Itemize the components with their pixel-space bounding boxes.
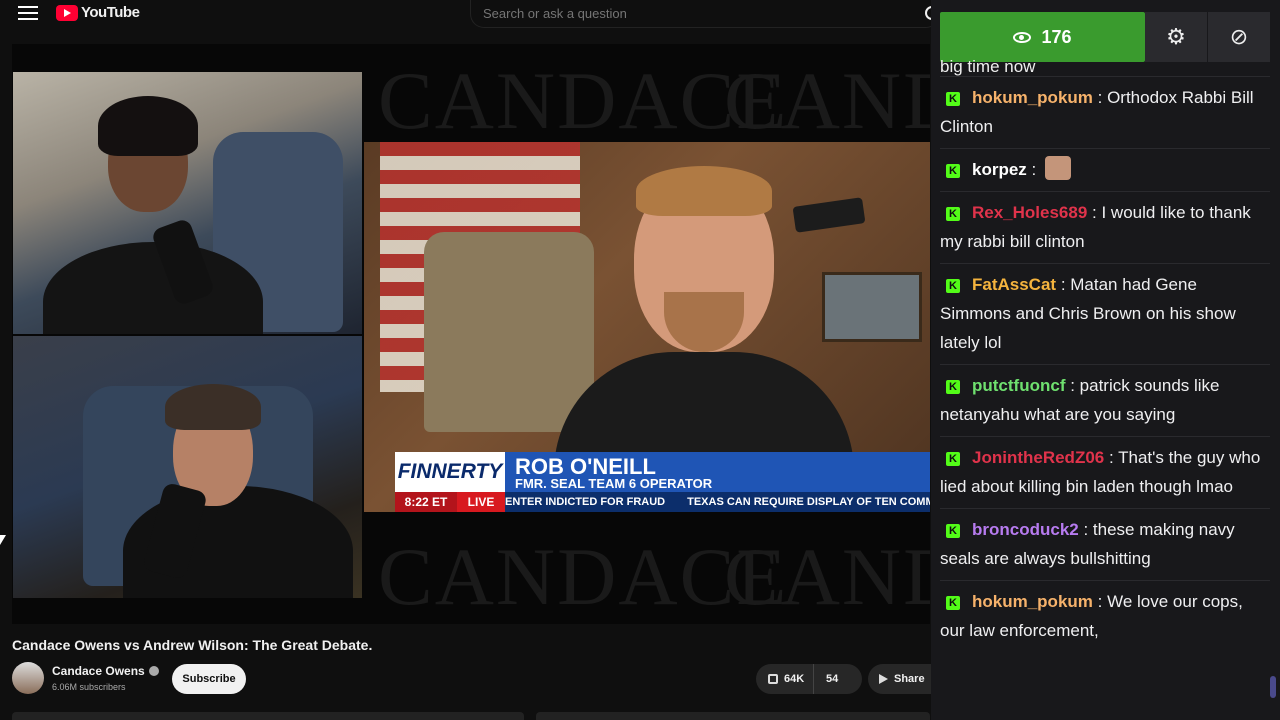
search-box[interactable]: [470, 0, 940, 28]
chat-username[interactable]: FatAssCat: [972, 275, 1056, 294]
verified-badge-icon: [148, 666, 159, 676]
chat-message: Kputctfuoncf : patrick sounds like netan…: [940, 364, 1270, 436]
kick-badge-icon: K: [946, 596, 960, 610]
news-ticker: ENTER INDICTED FOR FRAUD TEXAS CAN REQUI…: [505, 492, 930, 512]
popout-chat-button[interactable]: ⊘: [1208, 12, 1270, 62]
chat-username[interactable]: hokum_pokum: [972, 88, 1093, 107]
chat-username[interactable]: korpez: [972, 160, 1027, 179]
dislike-button[interactable]: 54: [814, 673, 838, 685]
kick-badge-icon: K: [946, 524, 960, 538]
search-input[interactable]: [483, 6, 903, 21]
live-badge: LIVE: [457, 492, 505, 512]
mouse-cursor-icon: [0, 535, 6, 545]
chat-username[interactable]: broncoduck2: [972, 520, 1079, 539]
top-bar: YouTube: [0, 0, 940, 28]
chat-message: K FatAssCat : Matan had Gene Simmons and …: [940, 263, 1270, 364]
kick-badge-icon: K: [946, 92, 960, 106]
kick-badge-icon: K: [946, 279, 960, 293]
chat-messages: big time now Khokum_pokum : Orthodox Rab…: [940, 57, 1270, 652]
like-dislike-group: 64K 54: [756, 664, 862, 694]
ticker-item: ENTER INDICTED FOR FRAUD: [505, 496, 666, 508]
hamburger-menu-icon[interactable]: [18, 6, 38, 22]
kick-badge-icon: K: [946, 452, 960, 466]
viewer-count-badge: 176: [940, 12, 1145, 62]
news-lower-third: FINNERTY ROB O'NEILL FMR. SEAL TEAM 6 OP…: [395, 452, 930, 512]
subscribe-button[interactable]: Subscribe: [172, 664, 246, 694]
partial-chat-message: big time now: [940, 57, 1036, 76]
kick-badge-icon: K: [946, 380, 960, 394]
video-title: Candace Owens vs Andrew Wilson: The Grea…: [12, 637, 373, 653]
chat-message: K JonintheRedZ06 : That's the guy who lie…: [940, 436, 1270, 508]
video-player[interactable]: CANDACE CANDACE CANDACE CANDACE: [12, 44, 930, 624]
live-chat-panel: 176 ⚙ ⊘ big time now Khokum_pokum : Orth…: [931, 0, 1280, 720]
chat-scrollbar[interactable]: [1270, 676, 1276, 698]
broadcast-time: 8:22 ET: [395, 492, 457, 512]
share-button[interactable]: Share: [868, 664, 938, 694]
share-icon: [879, 674, 888, 684]
chat-message: Kkorpez :: [940, 148, 1270, 191]
network-logo: FINNERTY: [395, 452, 505, 492]
like-button[interactable]: 64K: [756, 664, 814, 694]
kick-badge-icon: K: [946, 207, 960, 221]
chat-username[interactable]: Rex_Holes689: [972, 203, 1087, 222]
compass-icon: ⊘: [1229, 24, 1249, 49]
tab-strip[interactable]: [536, 712, 930, 720]
host-camera-feed: [13, 72, 362, 334]
subscriber-count: 6.06M subscribers: [52, 682, 126, 692]
chat-username[interactable]: hokum_pokum: [972, 592, 1093, 611]
viewer-count: 176: [1041, 26, 1072, 47]
tab-strip[interactable]: [12, 712, 524, 720]
chat-message: Khokum_pokum : Orthodox Rabbi Bill Clint…: [940, 76, 1270, 148]
chat-username[interactable]: JonintheRedZ06: [972, 448, 1104, 467]
chat-message: K Rex_Holes689 : I would like to thank my…: [940, 191, 1270, 263]
guest-camera-feed: [13, 336, 362, 598]
chat-message: Khokum_pokum : We love our cops, our law…: [940, 580, 1270, 652]
gear-icon: ⚙: [1166, 24, 1186, 49]
chat-emote-icon: [1044, 156, 1071, 180]
kick-badge-icon: K: [946, 164, 960, 178]
logo-wordmark: YouTube: [81, 4, 140, 21]
watermark-text: CANDACE: [724, 55, 930, 146]
thumbs-up-icon: [768, 674, 778, 684]
eye-icon: [1013, 31, 1032, 43]
watermark-text: CANDACE: [724, 531, 930, 622]
guest-title: FMR. SEAL TEAM 6 OPERATOR: [515, 476, 713, 491]
chat-username[interactable]: putctfuoncf: [972, 376, 1065, 395]
ticker-item: TEXAS CAN REQUIRE DISPLAY OF TEN COMMA: [687, 496, 930, 508]
channel-name[interactable]: Candace Owens: [52, 664, 159, 678]
youtube-play-icon: [56, 4, 78, 21]
name-bar: ROB O'NEILL FMR. SEAL TEAM 6 OPERATOR: [505, 452, 930, 492]
settings-button[interactable]: ⚙: [1145, 12, 1207, 62]
chat-message: Kbroncoduck2 : these making navy seals a…: [940, 508, 1270, 580]
channel-avatar[interactable]: [12, 662, 44, 694]
youtube-logo[interactable]: YouTube: [56, 4, 140, 21]
